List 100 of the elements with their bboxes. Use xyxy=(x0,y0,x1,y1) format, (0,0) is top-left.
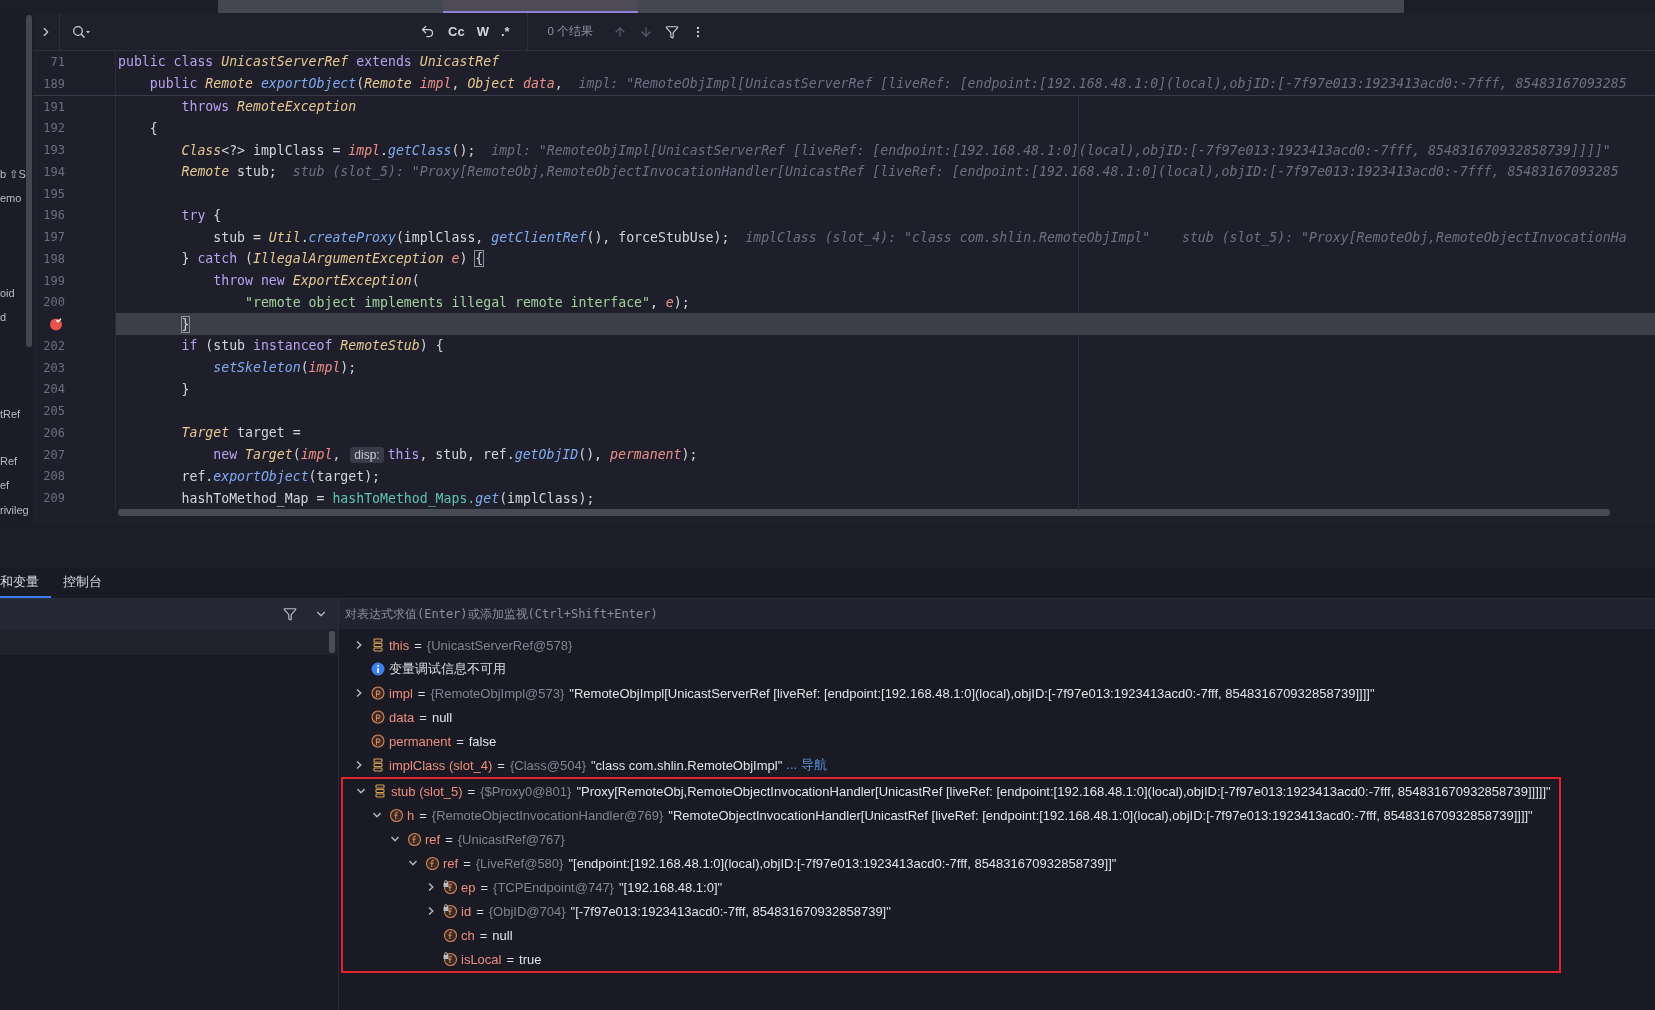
variable-value: true xyxy=(519,951,542,967)
code-text: throw new ExportException( xyxy=(213,273,420,289)
equals-sign: = xyxy=(445,831,453,847)
inline-value-hint: impl: "RemoteObjImpl[UnicastServerRef [liveRef: [endpoint:[192.168.48.1:0](local),objID:[-7f97e013:1923413acd0:-7fff, 854831670932858739]]]]" xyxy=(491,142,1611,158)
search-option-toggle[interactable]: W xyxy=(473,22,492,41)
code-text: public Remote exportObject(Remote impl, Object data, xyxy=(149,76,563,92)
chevron-down-icon[interactable] xyxy=(408,858,418,868)
variable-value: null xyxy=(431,709,453,725)
variable-name: this xyxy=(389,637,410,653)
line-number: 200 xyxy=(43,295,65,310)
field-lock-icon xyxy=(443,904,457,918)
variable-value: null xyxy=(492,927,513,943)
variable-type: {LiveRef@580} xyxy=(475,855,564,871)
variable-name: id xyxy=(461,903,472,919)
parameter-icon xyxy=(371,734,385,748)
equals-sign: = xyxy=(456,733,464,749)
parameter-icon xyxy=(371,710,385,724)
sidebar-label[interactable]: rivileg xyxy=(0,503,29,517)
variable-value: "[192.168.48.1:0]" xyxy=(618,879,723,895)
sidebar-label[interactable]: b ⇧S xyxy=(0,167,26,181)
sidebar-label[interactable]: ef xyxy=(0,478,10,492)
code-text: throws RemoteException xyxy=(181,99,357,115)
stacked-bars-icon xyxy=(373,784,387,798)
chevron-right-icon[interactable] xyxy=(354,640,364,650)
variable-name: h xyxy=(407,807,415,823)
stacked-bars-icon xyxy=(371,638,385,652)
code-text: new Target(impl, xyxy=(213,447,342,463)
variable-type: {ObjID@704} xyxy=(488,903,566,919)
variable-type: {$Proxy0@801} xyxy=(480,783,572,799)
sidebar-label[interactable]: d xyxy=(0,310,7,324)
variable-type: {TCPEndpoint@747} xyxy=(493,879,614,895)
sidebar-label[interactable]: emo xyxy=(0,191,22,205)
wrap-icon[interactable] xyxy=(420,24,435,39)
line-number: 195 xyxy=(43,186,65,201)
field-icon xyxy=(425,856,439,870)
line-number: 207 xyxy=(43,447,65,462)
breakpoint-icon[interactable] xyxy=(49,317,63,332)
chevron-right-icon[interactable] xyxy=(426,906,436,916)
tab-strip-segment[interactable] xyxy=(443,0,638,13)
line-number: 196 xyxy=(43,208,65,223)
scrollbar-thumb[interactable] xyxy=(118,509,1610,517)
equals-sign: = xyxy=(419,807,427,823)
equals-sign: = xyxy=(463,855,471,871)
expression-field[interactable]: 对表达式求值(Enter)或添加监视(Ctrl+Shift+Enter) xyxy=(339,599,1655,629)
line-number: 209 xyxy=(43,491,65,506)
variable-value: "RemoteObjectInvocationHandler[UnicastRef [liveRef: [endpoint:[192.168.48.1:0](local),objID:[-7f97e013:1923413acd0:-7fff, 854831670932858739]]]]" xyxy=(668,807,1533,823)
panel-tab[interactable]: 控制台 xyxy=(63,568,114,598)
search-option-toggle[interactable]: .* xyxy=(497,22,513,41)
parameter-name-hint: disp: xyxy=(350,446,384,463)
scrollbar-thumb[interactable] xyxy=(26,15,32,347)
parameter-icon xyxy=(371,686,385,700)
chevron-right-icon[interactable] xyxy=(426,882,436,892)
inline-value-hint: stub (slot_5): "Proxy[RemoteObj,RemoteObjectInvocationHa xyxy=(1181,229,1627,245)
chevron-down-icon[interactable] xyxy=(372,810,382,820)
code-text: public class UnicastServerRef extends UnicastRef xyxy=(118,54,500,70)
code-text: Remote stub; xyxy=(181,164,277,180)
line-number: 206 xyxy=(43,425,65,440)
code-text: hashToMethod_Map = hashToMethod_Maps.get(implClass); xyxy=(181,490,595,506)
info-message: 变量调试信息不可用 xyxy=(389,660,506,678)
variable-name: ref xyxy=(443,855,459,871)
variable-value: "Proxy[RemoteObj,RemoteObjectInvocationHandler[UnicastRef [liveRef: [endpoint:[192.168.48.1:0](local),objID:[-7f97e013:1923413acd0:-7fff, 854831670932858739]]]]]" xyxy=(576,783,1551,799)
stacked-bars-icon xyxy=(371,758,385,772)
line-number: 191 xyxy=(43,99,65,114)
inline-value-hint: stub (slot_5): "Proxy[RemoteObj,RemoteObjectInvocationHandler[UnicastRef [liveRef: [endpoint:[192.168.48.1:0](local),objID:[-7f97e013:1923413acd0:-7fff, 85483167093285 xyxy=(292,164,1619,180)
sidebar-label[interactable]: oid xyxy=(0,286,15,300)
variable-value: "class com.shlin.RemoteObjImpl" xyxy=(591,757,783,773)
inline-value-hint: impl: "RemoteObjImpl[UnicastServerRef [liveRef: [endpoint:[192.168.48.1:0](local),objID:[-7f97e013:1923413acd0:-7fff, 85483167093285 xyxy=(578,76,1627,92)
line-number: 202 xyxy=(43,338,65,353)
chevron-right-icon[interactable] xyxy=(354,688,364,698)
filter-icon[interactable] xyxy=(283,607,297,621)
chevron-down-icon[interactable] xyxy=(356,786,366,796)
equals-sign: = xyxy=(417,685,426,701)
search-icon[interactable] xyxy=(72,24,92,39)
navigate-link[interactable]: ... 导航 xyxy=(786,756,827,774)
code-text: stub = Util.createProxy(implClass, getClientRef(), forceStubUse); xyxy=(213,229,730,245)
line-number: 203 xyxy=(43,360,65,375)
chevron-down-icon[interactable] xyxy=(390,834,400,844)
variable-name: implClass (slot_4) xyxy=(389,757,493,773)
variable-name: data xyxy=(389,709,415,725)
code-text: this, stub, ref.getObjID(), permanent); xyxy=(387,447,698,463)
filter-icon[interactable] xyxy=(665,24,680,39)
equals-sign: = xyxy=(476,903,484,919)
chevron-right-icon[interactable] xyxy=(354,760,364,770)
code-text: setSkeleton(impl); xyxy=(213,360,357,376)
info-icon xyxy=(371,662,385,676)
search-option-toggle[interactable]: Cc xyxy=(445,22,468,41)
line-number: 199 xyxy=(43,273,65,288)
sidebar-label[interactable]: Ref xyxy=(0,454,18,468)
sidebar-label[interactable]: tRef xyxy=(0,407,21,421)
scrollbar-thumb[interactable] xyxy=(329,631,335,653)
field-lock-icon xyxy=(443,880,457,894)
variable-value: "[-7f97e013:1923413acd0:-7fff, 854831670932858739]" xyxy=(570,903,891,919)
field-icon xyxy=(389,808,403,822)
code-text: Target target = xyxy=(181,425,301,441)
line-number: 198 xyxy=(43,251,65,266)
code-text: if (stub instanceof RemoteStub) { xyxy=(181,338,444,354)
line-number: 71 xyxy=(50,54,65,69)
equals-sign: = xyxy=(479,927,488,943)
variable-name: ref xyxy=(425,831,441,847)
variable-type: {UnicastServerRef@578} xyxy=(426,637,573,653)
